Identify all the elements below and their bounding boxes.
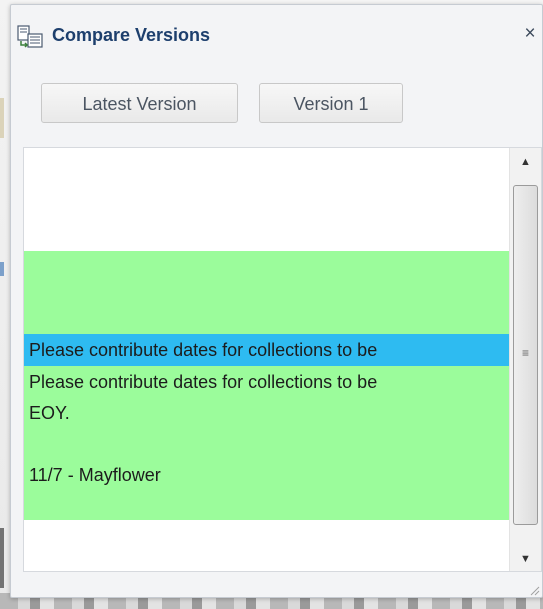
scroll-up-arrow-icon[interactable]: ▲ bbox=[510, 152, 541, 172]
scrollbar-thumb[interactable]: ≡ bbox=[513, 185, 538, 525]
background-mark bbox=[0, 262, 4, 276]
compare-versions-dialog: Compare Versions × Latest Version Versio… bbox=[10, 4, 543, 598]
text-line[interactable]: 11/7 - Mayflower bbox=[24, 460, 509, 490]
resize-grip-icon[interactable] bbox=[528, 583, 540, 596]
comparison-content: Please contribute dates for collections … bbox=[24, 148, 509, 571]
dialog-title-bar: Compare Versions × bbox=[11, 5, 542, 65]
compare-versions-icon bbox=[17, 25, 45, 49]
background-mark bbox=[0, 528, 4, 588]
background-strip bbox=[0, 0, 10, 609]
selected-text-line[interactable]: Please contribute dates for collections … bbox=[24, 334, 509, 366]
dialog-title: Compare Versions bbox=[52, 25, 211, 45]
vertical-scrollbar[interactable]: ▲ ≡ ▼ bbox=[509, 148, 541, 571]
background-mark bbox=[0, 98, 4, 138]
comparison-content-pane[interactable]: Please contribute dates for collections … bbox=[23, 147, 542, 572]
text-line[interactable]: Please contribute dates for collections … bbox=[24, 367, 509, 397]
text-line[interactable]: EOY. bbox=[24, 399, 509, 427]
version-1-button[interactable]: Version 1 bbox=[259, 83, 403, 123]
scrollbar-grip-icon: ≡ bbox=[521, 346, 529, 360]
latest-version-button[interactable]: Latest Version bbox=[41, 83, 238, 123]
close-button[interactable]: × bbox=[520, 23, 540, 45]
scroll-down-arrow-icon[interactable]: ▼ bbox=[510, 549, 541, 569]
